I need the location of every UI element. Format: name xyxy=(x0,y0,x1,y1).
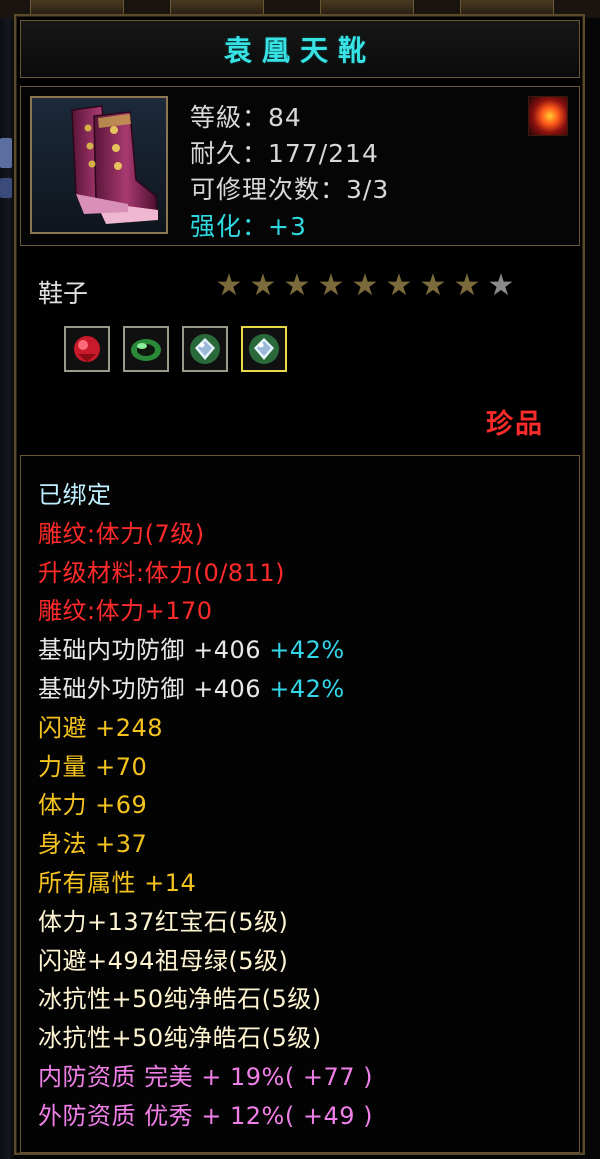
property-text: 雕纹:体力(7级) xyxy=(38,519,205,548)
property-text: 身法 +37 xyxy=(38,830,148,859)
property-line: 闪避 +248 xyxy=(38,709,373,748)
property-text: +42% xyxy=(269,674,345,703)
star-filled-icon: ★ xyxy=(249,268,277,303)
tab[interactable] xyxy=(460,0,554,15)
property-line: 身法 +37 xyxy=(38,825,373,864)
property-line: 已绑定 xyxy=(38,476,373,515)
emerald-gem-icon[interactable] xyxy=(123,326,169,372)
property-line: 冰抗性+50纯净皓石(5级) xyxy=(38,1019,373,1058)
property-line: 基础外功防御 +406 +42% xyxy=(38,670,373,709)
item-type: 鞋子 xyxy=(38,279,89,308)
pure-diamond-gem-icon[interactable] xyxy=(241,326,287,372)
star-filled-icon: ★ xyxy=(215,268,243,303)
property-text: 基础内功防御 +406 xyxy=(38,636,270,665)
star-filled-icon: ★ xyxy=(419,268,447,303)
item-durability: 耐久：177/214 xyxy=(190,139,379,168)
star-filled-icon: ★ xyxy=(317,268,345,303)
property-text: 体力+137红宝石(5级) xyxy=(38,907,289,936)
property-line: 闪避+494祖母绿(5级) xyxy=(38,942,373,981)
star-filled-icon: ★ xyxy=(283,268,311,303)
property-text: 雕纹:体力+170 xyxy=(38,597,213,626)
gem-sockets xyxy=(64,326,300,372)
pure-diamond-gem-icon[interactable] xyxy=(182,326,228,372)
property-text: 冰抗性+50纯净皓石(5级) xyxy=(38,1024,322,1053)
property-line: 体力+137红宝石(5级) xyxy=(38,903,373,942)
property-line: 所有属性 +14 xyxy=(38,864,373,903)
title-bar: 袁凰天靴 xyxy=(20,20,580,78)
property-line: 雕纹:体力(7级) xyxy=(38,515,373,554)
property-text: +42% xyxy=(269,636,345,665)
ruby-gem-icon[interactable] xyxy=(64,326,110,372)
item-properties: 已绑定雕纹:体力(7级) 升级材料:体力(0/811) 雕纹:体力+170 基础内功防… xyxy=(38,476,373,1136)
item-level: 等級：84 xyxy=(190,103,302,132)
property-text: 所有属性 +14 xyxy=(38,868,197,897)
property-line: 内防资质 完美 + 19%( +77 ) xyxy=(38,1058,373,1097)
star-rating: ★ ★ ★ ★ ★ ★ ★ ★ ★ xyxy=(212,270,518,302)
boots-item-icon xyxy=(30,96,168,234)
item-rarity: 珍品 xyxy=(486,409,544,440)
item-name: 袁凰天靴 xyxy=(223,34,376,67)
property-text: 基础外功防御 +406 xyxy=(38,674,270,703)
property-text: 内防资质 完美 + 19%( +77 ) xyxy=(38,1062,373,1091)
property-text: 闪避 +248 xyxy=(38,713,164,742)
star-empty-icon: ★ xyxy=(487,268,515,303)
property-text: 已绑定 xyxy=(38,481,112,509)
tab[interactable] xyxy=(30,0,124,15)
item-repair-count: 可修理次数：3/3 xyxy=(190,175,390,204)
property-line: 冰抗性+50纯净皓石(5级) xyxy=(38,980,373,1019)
property-line: 体力 +69 xyxy=(38,786,373,825)
property-line: 力量 +70 xyxy=(38,748,373,787)
tab[interactable] xyxy=(170,0,264,15)
property-text: 冰抗性+50纯净皓石(5级) xyxy=(38,985,322,1014)
property-line: 基础内功防御 +406 +42% xyxy=(38,631,373,670)
star-filled-icon: ★ xyxy=(351,268,379,303)
property-text: 力量 +70 xyxy=(38,752,148,781)
background-right-strip xyxy=(588,18,600,1159)
tab[interactable] xyxy=(320,0,414,15)
property-text: 体力 +69 xyxy=(38,791,148,820)
property-line: 外防资质 优秀 + 12%( +49 ) xyxy=(38,1097,373,1136)
property-line: 雕纹:体力+170 xyxy=(38,592,373,631)
property-line: 升级材料:体力(0/811) xyxy=(38,554,373,593)
property-text: 外防资质 优秀 + 12%( +49 ) xyxy=(38,1101,373,1130)
property-text: 闪避+494祖母绿(5级) xyxy=(38,946,289,975)
star-filled-icon: ★ xyxy=(453,268,481,303)
item-enhance-level: 强化：+3 xyxy=(190,212,307,241)
star-filled-icon: ★ xyxy=(385,268,413,303)
fire-emblem-icon xyxy=(528,96,568,136)
background-side-strip xyxy=(0,18,14,1159)
property-text: 升级材料:体力(0/811) xyxy=(38,558,285,587)
